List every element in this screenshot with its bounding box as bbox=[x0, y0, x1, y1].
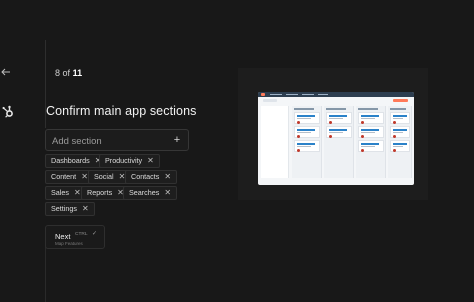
section-chip-content: Content ✕ bbox=[45, 170, 94, 184]
preview-board-column bbox=[388, 106, 412, 178]
preview-board-column bbox=[324, 106, 354, 178]
close-icon[interactable]: ✕ bbox=[82, 203, 89, 215]
preview-nav-item bbox=[318, 94, 328, 95]
add-section-input[interactable] bbox=[52, 134, 162, 148]
step-of: of bbox=[62, 68, 71, 78]
preview-board-column bbox=[292, 106, 322, 178]
chip-label: Settings bbox=[51, 204, 77, 213]
preview-nav-item bbox=[302, 94, 314, 95]
arrow-left-icon[interactable] bbox=[0, 65, 12, 77]
preview-card bbox=[326, 126, 352, 138]
preview-card bbox=[358, 126, 384, 138]
next-sublabel: Map Features bbox=[55, 241, 83, 246]
section-chip-searches: Searches ✕ bbox=[123, 186, 178, 200]
check-icon: ✓ bbox=[92, 231, 98, 237]
section-chip-settings: Settings ✕ bbox=[45, 202, 95, 216]
preview-column-header bbox=[326, 108, 346, 110]
preview-card bbox=[294, 126, 320, 138]
preview-search bbox=[263, 99, 277, 102]
preview-logo bbox=[261, 93, 265, 96]
close-icon[interactable]: ✕ bbox=[74, 187, 81, 199]
add-section-field: + bbox=[45, 129, 189, 151]
preview-board-column bbox=[356, 106, 386, 178]
preview-card bbox=[326, 112, 352, 124]
left-rail bbox=[0, 0, 22, 302]
chip-label: Searches bbox=[129, 188, 160, 197]
preview-card bbox=[294, 112, 320, 124]
preview-card bbox=[358, 112, 384, 124]
chip-label: Social bbox=[94, 172, 114, 181]
chip-label: Reports bbox=[87, 188, 113, 197]
step-indicator: 8 of 11 bbox=[55, 68, 82, 78]
preview-filter-sidebar bbox=[261, 106, 289, 178]
step-total: 11 bbox=[72, 68, 83, 78]
section-chip-contacts: Contacts ✕ bbox=[125, 170, 178, 184]
preview-column-header bbox=[358, 108, 378, 110]
preview-column-header bbox=[390, 108, 406, 110]
section-chip-productivity: Productivity ✕ bbox=[99, 154, 160, 168]
close-icon[interactable]: ✕ bbox=[164, 187, 171, 199]
preview-nav-item bbox=[270, 94, 282, 95]
next-button[interactable]: Next CTRL ✓ Map Features bbox=[45, 225, 105, 249]
plus-icon[interactable]: + bbox=[170, 133, 184, 147]
preview-card bbox=[358, 140, 384, 152]
app-preview-image bbox=[258, 92, 414, 185]
preview-action-button bbox=[393, 99, 408, 102]
chip-label: Sales bbox=[51, 188, 69, 197]
preview-card bbox=[390, 126, 410, 138]
preview-card bbox=[294, 140, 320, 152]
close-icon[interactable]: ✕ bbox=[81, 171, 88, 183]
preview-card bbox=[390, 112, 410, 124]
chip-label: Productivity bbox=[105, 156, 143, 165]
page-title: Confirm main app sections bbox=[46, 104, 197, 118]
chip-label: Contacts bbox=[131, 172, 160, 181]
preview-card bbox=[390, 140, 410, 152]
chip-label: Content bbox=[51, 172, 77, 181]
preview-column-header bbox=[294, 108, 314, 110]
next-shortcut: CTRL bbox=[75, 232, 88, 237]
chip-label: Dashboards bbox=[51, 156, 90, 165]
next-button-label: Next bbox=[55, 232, 71, 241]
close-icon[interactable]: ✕ bbox=[164, 171, 171, 183]
preview-nav-item bbox=[286, 94, 298, 95]
step-current: 8 bbox=[55, 68, 61, 78]
preview-topbar bbox=[258, 92, 414, 97]
hubspot-sprocket-icon bbox=[1, 105, 15, 119]
close-icon[interactable]: ✕ bbox=[147, 155, 154, 167]
